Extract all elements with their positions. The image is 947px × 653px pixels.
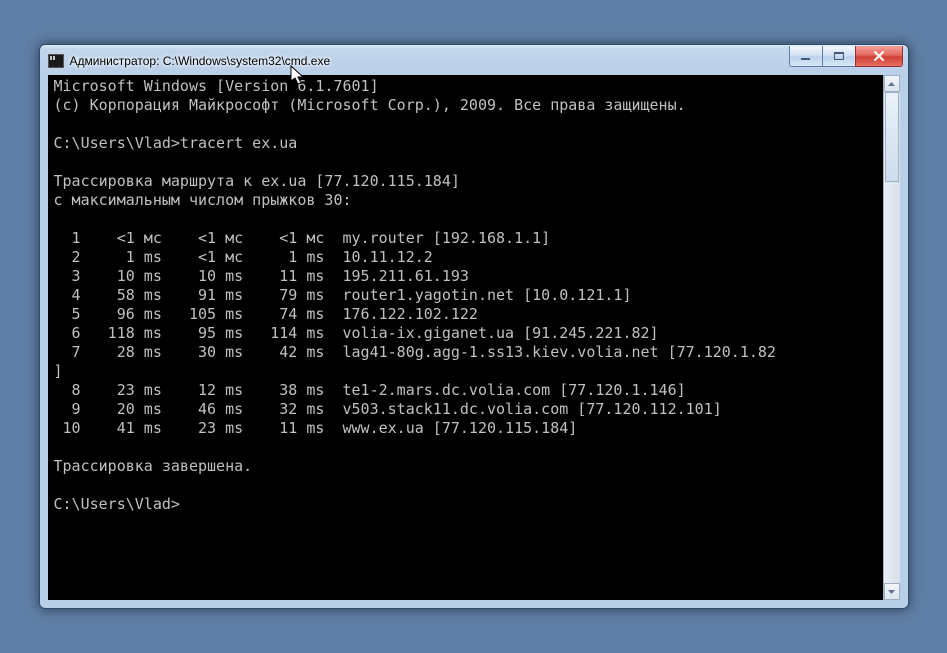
console-text: Microsoft Windows [Version 6.1.7601] (c)… [54,77,776,513]
close-icon [872,50,886,62]
scroll-thumb[interactable] [885,92,899,182]
scroll-up-button[interactable] [884,75,900,92]
chevron-up-icon [887,81,896,87]
titlebar[interactable]: Администратор: C:\Windows\system32\cmd.e… [46,51,902,73]
window-title: Администратор: C:\Windows\system32\cmd.e… [70,54,331,68]
maximize-icon [833,51,845,61]
scroll-down-button[interactable] [884,583,900,600]
close-button[interactable] [855,46,903,67]
window-frame: Администратор: C:\Windows\system32\cmd.e… [39,44,909,609]
minimize-icon [800,51,812,61]
chevron-down-icon [887,589,896,595]
cmd-icon [48,54,64,68]
maximize-button[interactable] [822,46,856,67]
console-area[interactable]: Microsoft Windows [Version 6.1.7601] (c)… [48,75,900,600]
minimize-button[interactable] [789,46,823,67]
scrollbar[interactable] [883,75,900,600]
window-controls [790,46,903,67]
